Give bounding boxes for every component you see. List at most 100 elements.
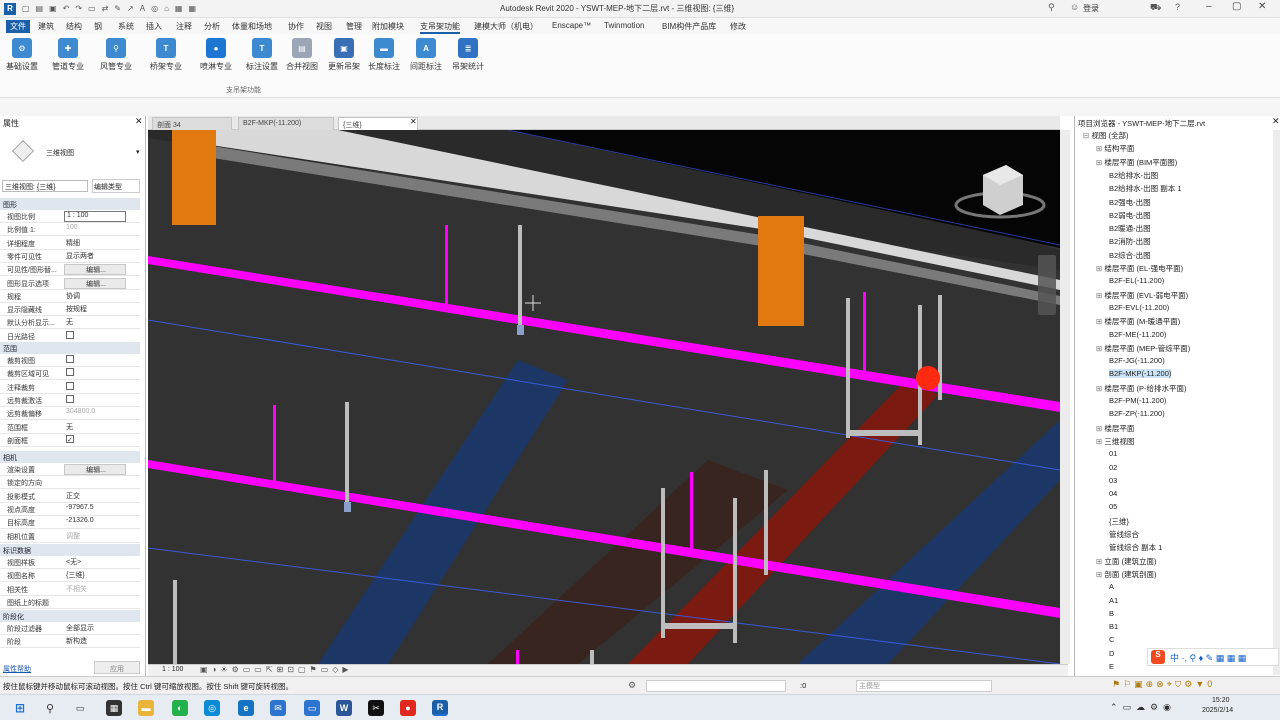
workset-field[interactable] xyxy=(646,680,786,692)
menu-13[interactable]: 支吊架功能 xyxy=(420,21,460,34)
property-row[interactable]: 视图比例 1 : 100 xyxy=(0,210,140,223)
property-row[interactable]: 远剪裁偏移 304800.0 xyxy=(0,407,140,421)
browser-item[interactable]: D xyxy=(1109,649,1114,658)
property-value[interactable]: 无 xyxy=(64,422,126,433)
menu-12[interactable]: 附加模块 xyxy=(372,21,404,32)
navigation-bar[interactable] xyxy=(1038,255,1056,315)
selection-marker[interactable] xyxy=(916,366,940,390)
browser-item[interactable]: ⊞ 楼层平面 (BIM平面图) xyxy=(1096,157,1177,168)
property-value[interactable]: -21326.0 xyxy=(64,517,126,528)
menu-11[interactable]: 管理 xyxy=(346,21,362,32)
apply-button[interactable]: 应用 xyxy=(94,661,140,674)
view-tab-2[interactable]: {三维} xyxy=(338,117,418,130)
property-value[interactable]: 协调 xyxy=(64,291,126,302)
ribbon-button-2[interactable]: ⚲ 风管专业 xyxy=(100,38,132,72)
browser-item[interactable]: ⊞ 楼层平面 (EL-强电平面) xyxy=(1096,263,1183,274)
property-row[interactable]: 显示隐藏线 按规程 xyxy=(0,303,140,317)
browser-item[interactable]: {三维} xyxy=(1109,516,1129,527)
property-row[interactable]: 投影模式 正交 xyxy=(0,490,140,503)
view-tab-0[interactable]: 剖面 34 xyxy=(152,117,232,130)
instance-selector[interactable]: 三维视图: {三维} xyxy=(2,180,88,192)
browser-close-icon[interactable]: ✕ xyxy=(1272,116,1280,127)
viewport-vscrollbar[interactable] xyxy=(1060,130,1070,664)
properties-help-link[interactable]: 属性帮助 xyxy=(3,664,31,674)
edit-type-button[interactable]: 编辑类型 xyxy=(92,179,140,193)
menu-7[interactable]: 分析 xyxy=(204,21,220,32)
property-value[interactable]: 编辑... xyxy=(64,264,126,276)
property-row[interactable]: 远剪裁激活 xyxy=(0,394,140,407)
capcut-icon[interactable]: ✂ xyxy=(368,700,384,716)
property-checkbox[interactable] xyxy=(66,355,74,363)
cart-icon[interactable]: ⛟ xyxy=(1150,2,1161,14)
browser-item[interactable]: 04 xyxy=(1109,489,1117,498)
menu-15[interactable]: Enscape™ xyxy=(552,21,591,30)
browser-item[interactable]: 01 xyxy=(1109,449,1117,458)
menu-18[interactable]: 修改 xyxy=(730,21,746,32)
browser-item[interactable]: B2F-PM(-11.200) xyxy=(1109,396,1166,405)
property-value[interactable]: -97967.5 xyxy=(64,504,126,515)
browser-item[interactable]: 管线综合 xyxy=(1109,529,1139,540)
property-checkbox[interactable] xyxy=(66,330,74,339)
ime-toolbar[interactable]: S 中 ·, ⚲ ♦ ✎ ▦ ▦ ▦ xyxy=(1147,648,1279,666)
ribbon-button-1[interactable]: ✚ 管道专业 xyxy=(52,38,84,72)
property-checkbox[interactable]: ✓ xyxy=(66,434,74,444)
property-row[interactable]: 视图名称 {三维} xyxy=(0,569,140,583)
property-value[interactable]: 编辑... xyxy=(64,464,126,475)
menu-16[interactable]: Twinmotion xyxy=(604,21,644,30)
browser-item[interactable]: B2F-ZP(-11.200) xyxy=(1109,409,1165,418)
revit-logo-icon[interactable]: R xyxy=(4,3,16,15)
browser-item[interactable]: ⊞ 楼层平面 (P-给排水平面) xyxy=(1096,383,1186,394)
property-checkbox[interactable] xyxy=(66,394,74,403)
workset-icon[interactable]: ⚙ xyxy=(628,680,636,691)
view-control-icons[interactable]: ▣◑☀⚙▭▭⇱⊞⊡▢⚑▭◇▶ xyxy=(200,665,353,674)
property-value[interactable]: 按规程 xyxy=(64,304,126,315)
property-row[interactable]: 可见性/图形替... 编辑... xyxy=(0,263,140,277)
login-label[interactable]: 登录 xyxy=(1083,3,1099,14)
browser-item[interactable]: ⊞ 楼层平面 xyxy=(1096,423,1134,434)
browser-item[interactable]: ⊞ 立面 (建筑立面) xyxy=(1096,556,1156,567)
property-value[interactable] xyxy=(64,368,126,379)
property-row[interactable]: 图形显示选项 编辑... xyxy=(0,277,140,290)
mail-icon[interactable]: ✉ xyxy=(270,700,286,716)
property-row[interactable]: 比例值 1: 100 xyxy=(0,223,140,237)
property-row[interactable]: 视点高度 -97967.5 xyxy=(0,503,140,516)
property-value[interactable]: 正交 xyxy=(64,491,126,502)
property-row[interactable]: 零件可见性 显示两者 xyxy=(0,250,140,263)
section-identity[interactable]: 标识数据 xyxy=(0,544,140,556)
type-name[interactable]: 三维视图 xyxy=(46,148,74,158)
recorder-icon[interactable]: ● xyxy=(400,700,416,716)
property-value[interactable] xyxy=(64,330,126,342)
menu-3[interactable]: 钢 xyxy=(94,21,102,32)
ribbon-button-5[interactable]: T 标注设置 xyxy=(246,38,278,72)
property-row[interactable]: 日光路径 xyxy=(0,330,140,343)
system-tray[interactable]: ⌃▭☁⚙◉ xyxy=(1110,702,1176,713)
search-icon[interactable]: ⚲ xyxy=(42,700,58,716)
menu-4[interactable]: 系统 xyxy=(118,21,134,32)
type-dropdown-icon[interactable]: ▾ xyxy=(136,148,140,156)
section-camera[interactable]: 相机 xyxy=(0,451,140,463)
browser-item[interactable]: ⊞ 楼层平面 (MEP-管综平面) xyxy=(1096,343,1190,354)
ribbon-button-0[interactable]: ⚙ 基础设置 xyxy=(6,38,38,72)
property-value[interactable] xyxy=(64,394,126,406)
browser-item[interactable]: ⊞ 楼层平面 (M-暖通平面) xyxy=(1096,316,1180,327)
menu-17[interactable]: BIM构件产品库 xyxy=(662,21,716,32)
menu-0[interactable]: 文件 xyxy=(6,20,30,33)
property-row[interactable]: 裁剪区域可见 xyxy=(0,367,140,381)
section-extents[interactable]: 范围 xyxy=(0,342,140,354)
browser-item[interactable]: B xyxy=(1109,609,1114,618)
property-value[interactable]: 100 xyxy=(64,224,126,235)
browser-item[interactable]: A xyxy=(1109,582,1114,591)
model-canvas[interactable] xyxy=(148,130,1060,664)
property-checkbox[interactable] xyxy=(66,368,74,377)
property-value[interactable]: 1 : 100 xyxy=(64,211,126,222)
menu-8[interactable]: 体量和场地 xyxy=(232,21,272,32)
menu-9[interactable]: 协作 xyxy=(288,21,304,32)
property-value[interactable] xyxy=(64,597,126,608)
close-button[interactable]: ✕ xyxy=(1258,1,1266,12)
word-icon[interactable]: W xyxy=(336,700,352,716)
browser-item[interactable]: C xyxy=(1109,635,1114,644)
menu-5[interactable]: 插入 xyxy=(146,21,162,32)
edge-icon[interactable]: e xyxy=(238,700,254,716)
browser-item[interactable]: A1 xyxy=(1109,596,1118,605)
browser-item[interactable]: ⊞ 楼层平面 (EVL-弱电平面) xyxy=(1096,290,1188,301)
